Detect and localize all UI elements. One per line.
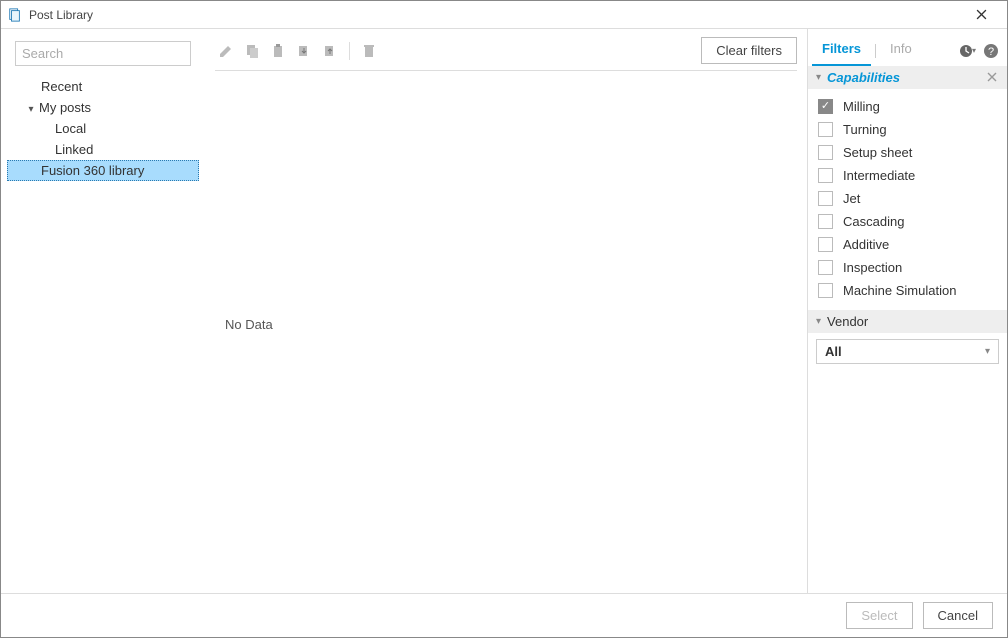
footer: Select Cancel [1, 593, 1007, 637]
capability-item[interactable]: Jet [816, 187, 999, 210]
window-title: Post Library [29, 8, 93, 22]
capability-item[interactable]: Turning [816, 118, 999, 141]
clear-filters-button[interactable]: Clear filters [701, 37, 797, 64]
window-close-button[interactable] [961, 2, 1001, 28]
cancel-button[interactable]: Cancel [923, 602, 993, 629]
import-icon[interactable] [293, 40, 315, 62]
svg-text:?: ? [988, 46, 994, 58]
chevron-down-icon: ▾ [972, 46, 976, 55]
vendor-header[interactable]: ▾ Vendor [808, 310, 1007, 333]
main-panel: Clear filters No Data [205, 29, 807, 593]
expander-icon[interactable]: ▾ [25, 104, 37, 115]
chevron-down-icon: ▾ [816, 72, 821, 83]
capability-item[interactable]: Inspection [816, 256, 999, 279]
tree-item[interactable]: Recent [7, 76, 199, 97]
library-icon [7, 7, 23, 23]
tree-item-label: Local [55, 121, 86, 136]
toolbar-separator [349, 42, 350, 60]
capability-label: Inspection [843, 260, 902, 275]
checkbox[interactable] [818, 191, 833, 206]
capability-item[interactable]: Additive [816, 233, 999, 256]
tree-item[interactable]: Linked [7, 139, 199, 160]
right-panel: Filters Info ▾ ? ▾ Capabilities Mi [807, 29, 1007, 593]
vendor-value: All [825, 344, 842, 359]
tree-item-label: Fusion 360 library [41, 163, 144, 178]
toolbar: Clear filters [205, 29, 807, 70]
tree-item[interactable]: Local [7, 118, 199, 139]
tree-item-label: Linked [55, 142, 93, 157]
capability-label: Cascading [843, 214, 904, 229]
capabilities-header[interactable]: ▾ Capabilities [808, 66, 1007, 89]
right-panel-tabs: Filters Info ▾ ? [808, 29, 1007, 66]
select-button[interactable]: Select [846, 602, 912, 629]
checkbox[interactable] [818, 99, 833, 114]
capability-label: Setup sheet [843, 145, 912, 160]
help-icon[interactable]: ? [981, 41, 1001, 61]
checkbox[interactable] [818, 122, 833, 137]
capability-item[interactable]: Setup sheet [816, 141, 999, 164]
capability-label: Additive [843, 237, 889, 252]
capability-label: Machine Simulation [843, 283, 956, 298]
clear-capabilities-icon[interactable] [985, 70, 999, 85]
capability-item[interactable]: Milling [816, 95, 999, 118]
vendor-select[interactable]: All ▾ [816, 339, 999, 364]
content-area: No Data [215, 70, 797, 593]
titlebar: Post Library [1, 1, 1007, 29]
export-icon[interactable] [319, 40, 341, 62]
chevron-down-icon: ▾ [816, 316, 821, 327]
sidebar: Recent ▾My posts Local Linked Fusion 360 lib… [1, 29, 205, 593]
capability-label: Milling [843, 99, 880, 114]
tree-item-label: Recent [41, 79, 82, 94]
paste-icon[interactable] [267, 40, 289, 62]
checkbox[interactable] [818, 260, 833, 275]
checkbox[interactable] [818, 168, 833, 183]
delete-icon[interactable] [358, 40, 380, 62]
capability-item[interactable]: Intermediate [816, 164, 999, 187]
capability-item[interactable]: Machine Simulation [816, 279, 999, 302]
tab-separator [875, 44, 876, 58]
tree-item[interactable]: ▾My posts [7, 97, 199, 118]
checkbox[interactable] [818, 237, 833, 252]
post-library-window: Post Library Recent▾My postsLocalLinkedF… [0, 0, 1008, 638]
capabilities-list: Milling Turning Setup sheet Intermediate Jet… [808, 89, 1007, 310]
capability-label: Jet [843, 191, 860, 206]
capability-item[interactable]: Cascading [816, 210, 999, 233]
checkbox[interactable] [818, 214, 833, 229]
tree-item[interactable]: Fusion 360 library [7, 160, 199, 181]
edit-icon[interactable] [215, 40, 237, 62]
tree-item-label: My posts [39, 100, 91, 115]
no-data-label: No Data [225, 317, 273, 332]
capability-label: Intermediate [843, 168, 915, 183]
copy-icon[interactable] [241, 40, 263, 62]
tab-filters[interactable]: Filters [812, 35, 871, 66]
search-input[interactable] [15, 41, 191, 66]
tab-info[interactable]: Info [880, 35, 922, 66]
chevron-down-icon: ▾ [985, 346, 990, 357]
checkbox[interactable] [818, 283, 833, 298]
library-tree: Recent ▾My posts Local Linked Fusion 360 lib… [7, 76, 199, 181]
capability-label: Turning [843, 122, 887, 137]
checkbox[interactable] [818, 145, 833, 160]
recent-icon[interactable]: ▾ [957, 41, 977, 61]
